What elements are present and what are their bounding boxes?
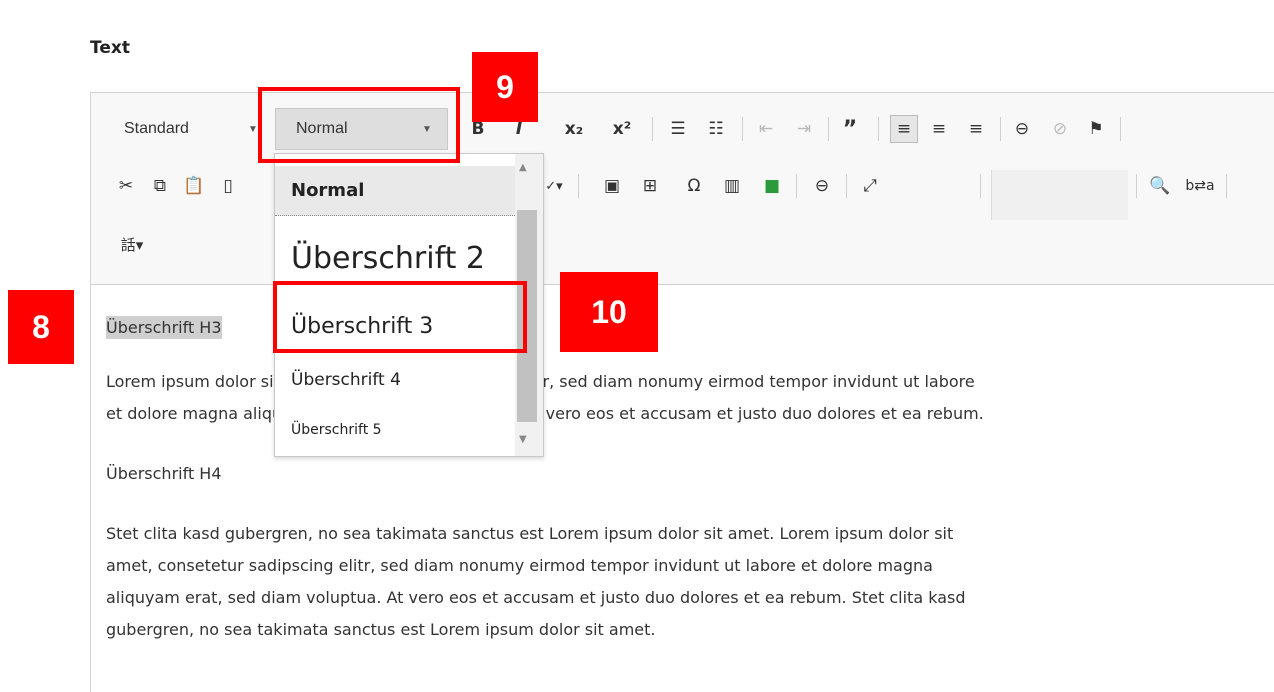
step-marker-10: 10 [560,272,658,352]
highlight-outline-heading3 [273,281,527,353]
link-icon[interactable]: ⊖ [1008,115,1036,143]
paragraph-line[interactable]: Stet clita kasd gubergren, no sea takima… [106,520,953,548]
field-label: Text [90,38,130,58]
toolbar-separator [1120,117,1121,141]
dropdown-item-normal[interactable]: Normal [275,166,515,216]
align-left-icon[interactable]: ≡ [890,115,918,143]
blockquote-icon[interactable]: ” [836,115,864,143]
align-right-icon[interactable]: ≡ [962,115,990,143]
scroll-down-icon[interactable]: ▼ [519,434,527,445]
step-marker-9: 9 [472,52,538,122]
step-marker-8: 8 [8,290,74,364]
special-char-icon[interactable]: Ω [680,172,708,200]
align-center-icon[interactable]: ≡ [925,115,953,143]
toolbar-separator [846,174,847,198]
superscript-icon[interactable]: x² [608,115,636,143]
spellcheck-icon[interactable]: ✓▾ [540,172,568,200]
paragraph-line[interactable]: gubergren, no sea takimata sanctus est L… [106,616,656,644]
toolbar-separator [1226,174,1227,198]
paste-icon[interactable]: 📋 [180,172,208,200]
anchor-icon[interactable]: ⚑ [1082,115,1110,143]
chevron-down-icon: ▼ [248,124,258,135]
maximize-icon[interactable]: ⤢ [856,172,884,200]
dropdown-item-heading5[interactable]: Überschrift 5 [275,410,515,450]
cut-icon[interactable]: ✂ [112,172,140,200]
toolbar-separator [980,174,981,198]
scroll-up-icon[interactable]: ▲ [519,162,527,173]
toolbar-separator [878,117,879,141]
paragraph-line[interactable]: et dolore magna aliquyam erat, sed diam … [106,400,984,428]
outdent-icon[interactable]: ⇤ [752,115,780,143]
dropdown-item-heading4[interactable]: Überschrift 4 [275,360,515,400]
toolbar-separator [1000,117,1001,141]
subscript-icon[interactable]: x₂ [560,115,588,143]
styles-combo-label: Standard [124,120,189,137]
copy-icon[interactable]: ⧉ [146,172,174,200]
toolbar-separator [796,174,797,198]
replace-icon[interactable]: b⇄a [1185,172,1214,200]
toolbar-separator [652,117,653,141]
image-icon[interactable]: ▣ [598,172,626,200]
heading-h4[interactable]: Überschrift H4 [106,460,222,488]
highlight-outline-format-combo [258,87,460,163]
toolbar-separator [578,174,579,198]
language-icon[interactable]: 話▾ [112,230,152,258]
table-icon[interactable]: ⊞ [636,172,664,200]
toolbar-placeholder [991,170,1128,220]
styles-combo[interactable]: Standard ▼ [110,112,260,146]
template-icon[interactable]: ▥ [718,172,746,200]
paragraph-line[interactable]: amet, consetetur sadipscing elitr, sed d… [106,552,933,580]
paragraph-line[interactable]: aliquyam erat, sed diam voluptua. At ver… [106,584,966,612]
flash-icon[interactable]: ■ [758,172,786,200]
indent-icon[interactable]: ⇥ [790,115,818,143]
toolbar-separator [742,117,743,141]
heading-h3[interactable]: Überschrift H3 [106,314,222,342]
unlink-icon[interactable]: ⊘ [1046,115,1074,143]
horizontal-rule-icon[interactable]: ⊖ [808,172,836,200]
bulleted-list-icon[interactable]: ☷ [702,115,730,143]
paste-text-icon[interactable]: ▯ [214,172,242,200]
find-icon[interactable]: 🔍 [1146,172,1174,200]
numbered-list-icon[interactable]: ☰ [664,115,692,143]
toolbar-separator [1136,174,1137,198]
toolbar-separator [828,117,829,141]
